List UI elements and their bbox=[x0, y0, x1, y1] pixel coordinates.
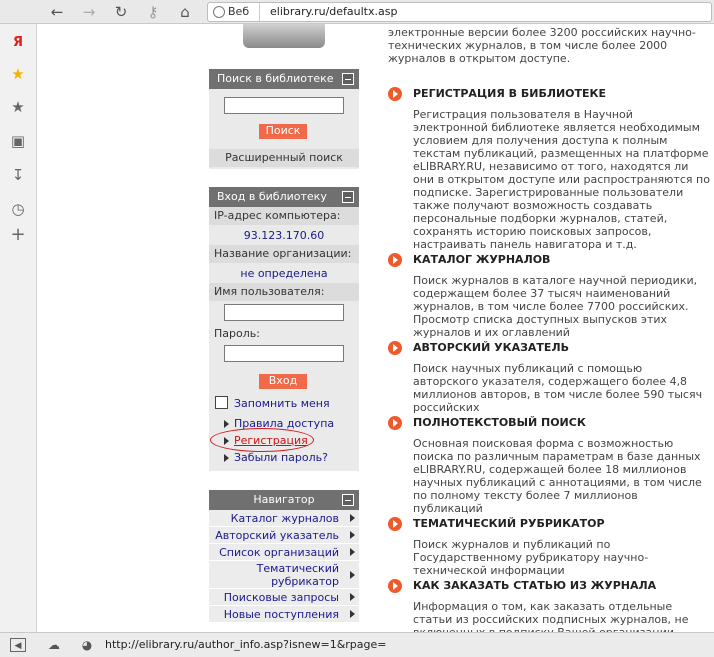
login-box: Вход в библиотеку IP-адрес компьютера: 9… bbox=[209, 187, 359, 471]
minimize-icon[interactable] bbox=[342, 494, 354, 506]
navigator-header: Навигатор bbox=[209, 490, 359, 510]
section-journal-catalog: КАТАЛОГ ЖУРНАЛОВ Поиск журналов в катало… bbox=[388, 253, 710, 339]
orange-arrow-icon bbox=[388, 87, 402, 101]
download-icon[interactable]: ↧ bbox=[9, 166, 27, 184]
arrow-right-icon bbox=[350, 610, 355, 618]
arrow-right-icon bbox=[224, 420, 229, 428]
remember-label[interactable]: Запомнить меня bbox=[234, 397, 330, 410]
section-title[interactable]: РЕГИСТРАЦИЯ В БИБЛИОТЕКЕ bbox=[388, 87, 710, 101]
nav-item-rubricator[interactable]: Тематический рубрикатор bbox=[209, 561, 359, 589]
org-label: Название организации: bbox=[214, 247, 352, 260]
search-box: Поиск в библиотеке Поиск Расширенный пои… bbox=[209, 69, 359, 169]
section-text: Поиск журналов и публикаций по Государст… bbox=[413, 538, 649, 577]
section-registration: РЕГИСТРАЦИЯ В БИБЛИОТЕКЕ Регистрация пол… bbox=[388, 87, 710, 251]
yandex-icon[interactable]: Я bbox=[9, 34, 27, 52]
section-title[interactable]: ПОЛНОТЕКСТОВЫЙ ПОИСК bbox=[388, 416, 710, 430]
globe-icon bbox=[213, 6, 225, 18]
forward-arrow-icon[interactable]: → bbox=[78, 2, 100, 22]
arrow-right-icon bbox=[350, 593, 355, 601]
password-label: Пароль: bbox=[214, 327, 260, 340]
section-rubricator: ТЕМАТИЧЕСКИЙ РУБРИКАТОР Поиск журналов и… bbox=[388, 517, 710, 577]
intro-text: электронные версии более 3200 российских… bbox=[388, 26, 696, 65]
nav-item-new-arrivals[interactable]: Новые поступления bbox=[209, 606, 359, 623]
section-text: Информация о том, как заказать отдельные… bbox=[413, 600, 689, 632]
section-title[interactable]: АВТОРСКИЙ УКАЗАТЕЛЬ bbox=[388, 341, 710, 355]
username-label: Имя пользователя: bbox=[214, 285, 325, 298]
username-label-row: Имя пользователя: bbox=[209, 283, 359, 301]
orange-arrow-icon bbox=[388, 341, 402, 355]
password-input[interactable] bbox=[224, 345, 344, 362]
status-url: http://elibrary.ru/author_info.asp?isnew… bbox=[105, 638, 387, 651]
page-content: электронные версии более 3200 российских… bbox=[38, 24, 714, 632]
history-clock-icon[interactable]: ◷ bbox=[9, 200, 27, 218]
section-fulltext-search: ПОЛНОТЕКСТОВЫЙ ПОИСК Основная поисковая … bbox=[388, 416, 710, 515]
section-text: Регистрация пользователя в Научной элект… bbox=[413, 108, 710, 251]
add-panel-icon[interactable]: + bbox=[9, 226, 27, 244]
orange-arrow-icon bbox=[388, 416, 402, 430]
forgot-password-link[interactable]: Забыли пароль? bbox=[234, 451, 328, 464]
arrow-right-icon bbox=[350, 571, 355, 579]
section-author-index: АВТОРСКИЙ УКАЗАТЕЛЬ Поиск научных публик… bbox=[388, 341, 710, 414]
search-button[interactable]: Поиск bbox=[259, 124, 307, 139]
search-box-header: Поиск в библиотеке bbox=[209, 69, 359, 89]
navigator-box: Навигатор Каталог журналов Авторский ука… bbox=[209, 490, 359, 632]
orange-arrow-icon bbox=[388, 517, 402, 531]
address-url[interactable]: elibrary.ru/defaultx.asp bbox=[270, 3, 397, 21]
advanced-search-link[interactable]: Расширенный поиск bbox=[209, 149, 359, 167]
star-bookmark-icon[interactable]: ★ bbox=[9, 65, 27, 83]
nav-item-authors[interactable]: Авторский указатель bbox=[209, 527, 359, 544]
speed-dial-icon[interactable]: ◕ bbox=[79, 638, 95, 652]
red-ellipse-annotation bbox=[210, 428, 314, 452]
org-value: не определена bbox=[240, 267, 328, 280]
favorites-star-icon[interactable]: ★ bbox=[9, 98, 27, 116]
panel-toggle-icon[interactable]: ◀ bbox=[10, 638, 26, 652]
arrow-right-icon bbox=[350, 514, 355, 522]
arrow-right-icon bbox=[224, 454, 229, 462]
section-title[interactable]: ТЕМАТИЧЕСКИЙ РУБРИКАТОР bbox=[388, 517, 710, 531]
remember-checkbox[interactable] bbox=[215, 396, 228, 409]
section-text: Поиск научных публикаций с помощью автор… bbox=[413, 362, 703, 414]
org-label-row: Название организации: bbox=[209, 245, 359, 263]
arrow-right-icon bbox=[350, 531, 355, 539]
home-icon[interactable]: ⌂ bbox=[174, 2, 196, 22]
ip-label-row: IP-адрес компьютера: bbox=[209, 207, 359, 225]
cloud-icon[interactable]: ☁ bbox=[46, 638, 62, 652]
printer-image bbox=[243, 24, 325, 48]
note-icon[interactable]: ▣ bbox=[9, 132, 27, 150]
ip-label: IP-адрес компьютера: bbox=[214, 209, 341, 222]
section-order-article: КАК ЗАКАЗАТЬ СТАТЬЮ ИЗ ЖУРНАЛА Информаци… bbox=[388, 579, 710, 632]
arrow-right-icon bbox=[350, 548, 355, 556]
orange-arrow-icon bbox=[388, 579, 402, 593]
username-input[interactable] bbox=[224, 304, 344, 321]
browser-toolbar: ← → ↻ ⚷ ⌂ Веб elibrary.ru/defaultx.asp bbox=[0, 0, 714, 24]
nav-item-queries[interactable]: Поисковые запросы bbox=[209, 589, 359, 606]
minimize-icon[interactable] bbox=[342, 191, 354, 203]
reload-icon[interactable]: ↻ bbox=[110, 2, 132, 22]
key-icon[interactable]: ⚷ bbox=[142, 2, 164, 22]
section-title[interactable]: КАК ЗАКАЗАТЬ СТАТЬЮ ИЗ ЖУРНАЛА bbox=[388, 579, 710, 593]
nav-item-organizations[interactable]: Список организаций bbox=[209, 544, 359, 561]
section-text: Основная поисковая форма с возможностью … bbox=[413, 437, 702, 515]
back-arrow-icon[interactable]: ← bbox=[46, 2, 68, 22]
nav-item-journals[interactable]: Каталог журналов bbox=[209, 510, 359, 527]
status-bar: ◀ ☁ ◕ http://elibrary.ru/author_info.asp… bbox=[0, 632, 714, 657]
login-box-header: Вход в библиотеку bbox=[209, 187, 359, 207]
section-title[interactable]: КАТАЛОГ ЖУРНАЛОВ bbox=[388, 253, 710, 267]
search-input[interactable] bbox=[224, 97, 344, 114]
login-button[interactable]: Вход bbox=[259, 374, 307, 389]
minimize-icon[interactable] bbox=[342, 73, 354, 85]
address-prefix: Веб bbox=[208, 3, 260, 21]
section-text: Поиск журналов в каталоге научной период… bbox=[413, 274, 698, 339]
orange-arrow-icon bbox=[388, 253, 402, 267]
browser-sidebar: Я ★ ★ ▣ ↧ ◷ + bbox=[0, 24, 37, 632]
address-bar[interactable]: Веб elibrary.ru/defaultx.asp bbox=[207, 2, 712, 22]
ip-value: 93.123.170.60 bbox=[243, 229, 325, 242]
